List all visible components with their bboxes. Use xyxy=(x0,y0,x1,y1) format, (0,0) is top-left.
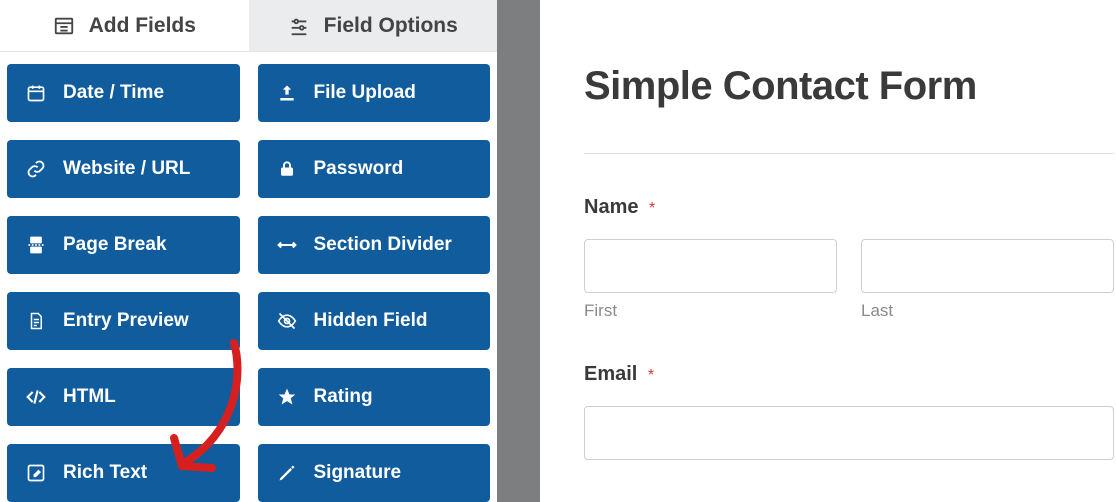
divider-icon xyxy=(276,234,298,256)
field-label-email: Email xyxy=(584,363,637,385)
pagebreak-icon xyxy=(25,234,47,256)
field-file-upload[interactable]: File Upload xyxy=(258,64,491,122)
form-divider xyxy=(584,153,1114,154)
form-field-name[interactable]: Name * First Last xyxy=(584,196,1114,321)
required-marker: * xyxy=(648,367,654,384)
tab-label: Field Options xyxy=(324,14,458,38)
calendar-icon xyxy=(25,82,47,104)
field-label: Rich Text xyxy=(63,462,222,484)
form-icon xyxy=(53,15,75,37)
field-rating[interactable]: Rating xyxy=(258,368,491,426)
lock-icon xyxy=(276,158,298,180)
document-icon xyxy=(25,310,47,332)
field-label: Password xyxy=(314,158,473,180)
panel-tabs: Add Fields Field Options xyxy=(0,0,497,52)
field-label: Website / URL xyxy=(63,158,222,180)
left-panel: Add Fields Field Options Date / Time xyxy=(0,0,497,502)
link-icon xyxy=(25,158,47,180)
field-date-time[interactable]: Date / Time xyxy=(7,64,240,122)
field-entry-preview[interactable]: Entry Preview xyxy=(7,292,240,350)
field-label: Rating xyxy=(314,386,473,408)
fields-grid: Date / Time File Upload Website / URL Pa… xyxy=(0,52,497,502)
tab-field-options[interactable]: Field Options xyxy=(249,0,498,51)
field-label: Page Break xyxy=(63,234,222,256)
field-website-url[interactable]: Website / URL xyxy=(7,140,240,198)
edit-icon xyxy=(25,462,47,484)
pen-icon xyxy=(276,462,298,484)
form-title: Simple Contact Form xyxy=(584,64,1116,109)
field-section-divider[interactable]: Section Divider xyxy=(258,216,491,274)
sliders-icon xyxy=(288,15,310,37)
form-field-email[interactable]: Email * xyxy=(584,363,1114,460)
field-label: File Upload xyxy=(314,82,473,104)
field-label: Section Divider xyxy=(314,234,473,256)
code-icon xyxy=(25,386,47,408)
required-marker: * xyxy=(649,200,655,217)
input-last-name[interactable] xyxy=(861,239,1114,293)
panel-gutter xyxy=(497,0,540,502)
field-rich-text[interactable]: Rich Text xyxy=(7,444,240,502)
eye-off-icon xyxy=(276,310,298,332)
field-signature[interactable]: Signature xyxy=(258,444,491,502)
star-icon xyxy=(276,386,298,408)
sublabel-last: Last xyxy=(861,301,1114,321)
sublabel-first: First xyxy=(584,301,837,321)
input-first-name[interactable] xyxy=(584,239,837,293)
field-label: Signature xyxy=(314,462,473,484)
field-label: Date / Time xyxy=(63,82,222,104)
input-email[interactable] xyxy=(584,406,1114,460)
field-password[interactable]: Password xyxy=(258,140,491,198)
field-html[interactable]: HTML xyxy=(7,368,240,426)
form-preview: Simple Contact Form Name * First Last Em… xyxy=(540,0,1116,502)
field-hidden-field[interactable]: Hidden Field xyxy=(258,292,491,350)
field-label-name: Name xyxy=(584,196,638,218)
field-label: HTML xyxy=(63,386,222,408)
tab-label: Add Fields xyxy=(89,14,196,38)
field-label: Hidden Field xyxy=(314,310,473,332)
upload-icon xyxy=(276,82,298,104)
field-page-break[interactable]: Page Break xyxy=(7,216,240,274)
field-label: Entry Preview xyxy=(63,310,222,332)
tab-add-fields[interactable]: Add Fields xyxy=(0,0,249,51)
